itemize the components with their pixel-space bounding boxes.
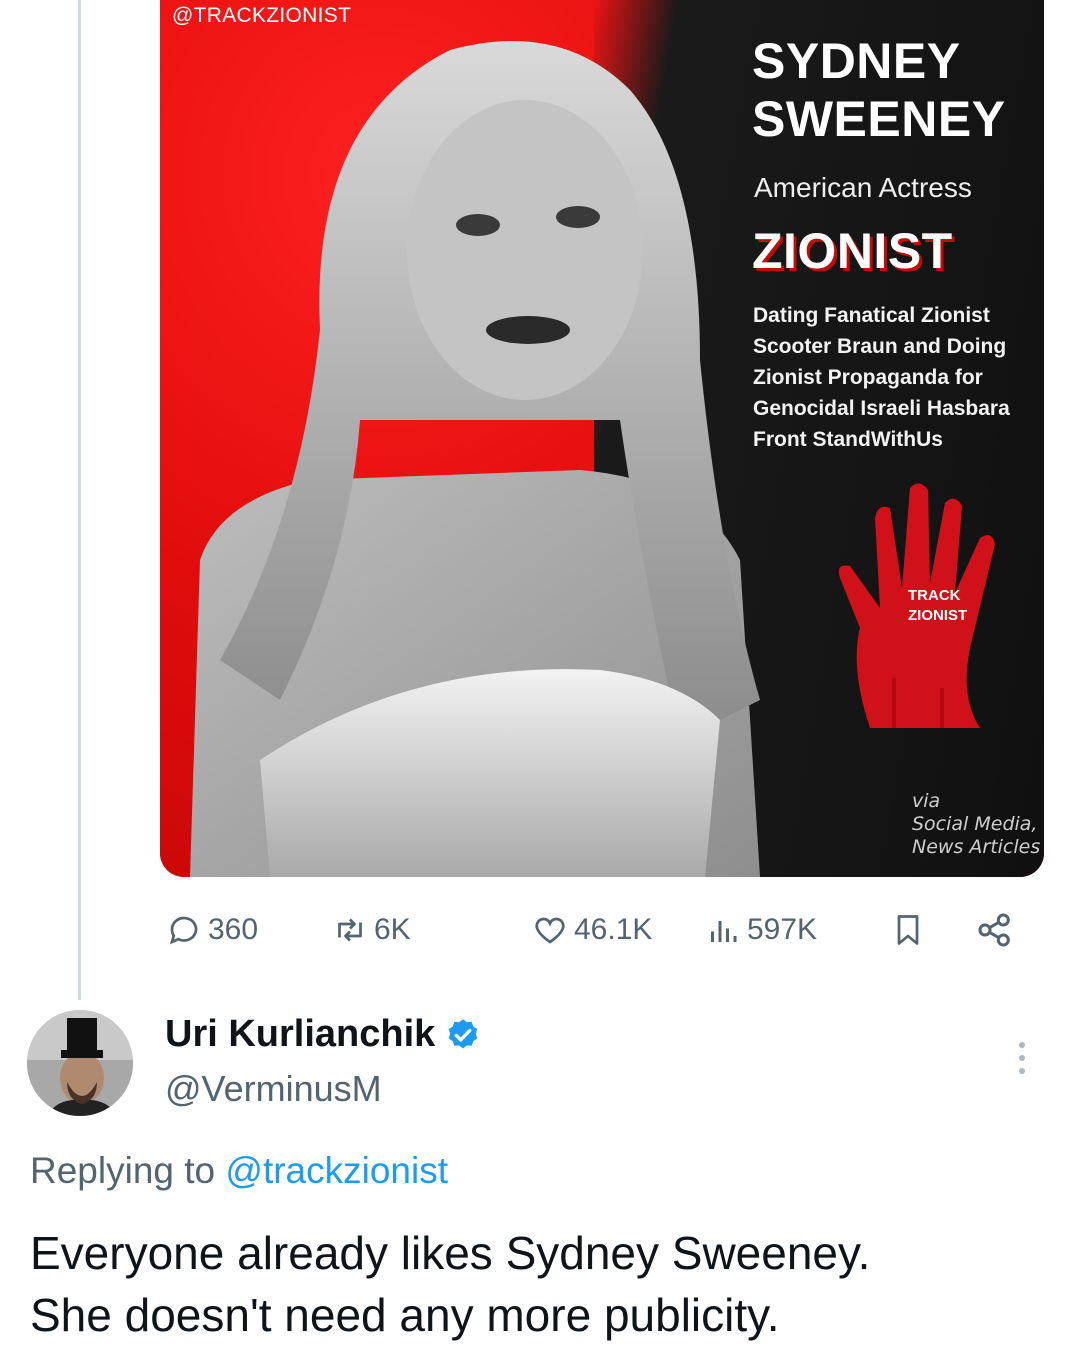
graphic-title-line-2: SWEENEY (752, 91, 1006, 147)
repost-button[interactable]: 6K (332, 900, 411, 960)
reply-count: 360 (208, 913, 259, 946)
graphic-title-line-1: SYDNEY (752, 33, 961, 89)
reply-icon (169, 916, 198, 945)
tweet-action-bar: 360 6K 46.1K 597K (160, 900, 1040, 960)
hand-label: TRACK ZIONIST (908, 586, 967, 626)
source-note-line-2: Social Media, (912, 813, 1038, 835)
reply-button[interactable]: 360 (166, 900, 258, 960)
reply-author-name[interactable]: Uri Kurlianchik (165, 1013, 481, 1056)
reply-author-handle[interactable]: @VerminusM (165, 1068, 382, 1110)
verified-badge-icon (449, 1018, 478, 1048)
views-icon (711, 921, 737, 942)
like-button[interactable]: 46.1K (532, 900, 652, 960)
reply-text-line-1: Everyone already likes Sydney Sweeney. (30, 1227, 871, 1279)
hand-label-line-2: ZIONIST (908, 607, 968, 624)
like-icon (535, 917, 565, 944)
more-options-icon[interactable] (1015, 1040, 1029, 1076)
graphic-description: Dating Fanatical Zionist Scooter Braun a… (753, 304, 1010, 451)
source-note-line-3: News Articles (912, 836, 1041, 858)
views-count: 597K (747, 913, 818, 946)
thread-connector-line (78, 0, 81, 1000)
reply-text-line-2: She doesn't need any more publicity. (30, 1289, 780, 1341)
tweet-media-image[interactable]: @TRACKZIONIST SYDNEY SWEENEY American Ac… (160, 0, 1044, 877)
avatar[interactable] (27, 1010, 133, 1116)
bookmark-button[interactable] (890, 900, 926, 960)
repost-icon (338, 918, 362, 942)
replying-to: Replying to @trackzionist (30, 1150, 448, 1192)
reply-text: Everyone already likes Sydney Sweeney. S… (30, 1222, 1060, 1346)
bookmark-icon (897, 915, 919, 945)
views-button[interactable]: 597K (705, 900, 817, 960)
like-count: 46.1K (574, 913, 653, 946)
replying-to-prefix: Replying to (30, 1150, 216, 1191)
watermark-handle: @TRACKZIONIST (172, 4, 352, 27)
replying-to-mention[interactable]: @trackzionist (225, 1150, 448, 1191)
source-note: via Social Media, News Articles (912, 790, 1040, 859)
avatar-image (27, 1010, 133, 1116)
share-button[interactable] (975, 900, 1015, 960)
display-name: Uri Kurlianchik (165, 1013, 436, 1055)
graphic-label: ZIONIST (752, 223, 953, 279)
graphic-subtitle: American Actress (754, 172, 972, 203)
hand-label-line-1: TRACK (908, 587, 961, 604)
share-icon (978, 913, 1010, 947)
repost-count: 6K (374, 913, 411, 946)
graphic-title: SYDNEY SWEENEY (752, 32, 1006, 148)
source-note-line-1: via (912, 790, 941, 812)
